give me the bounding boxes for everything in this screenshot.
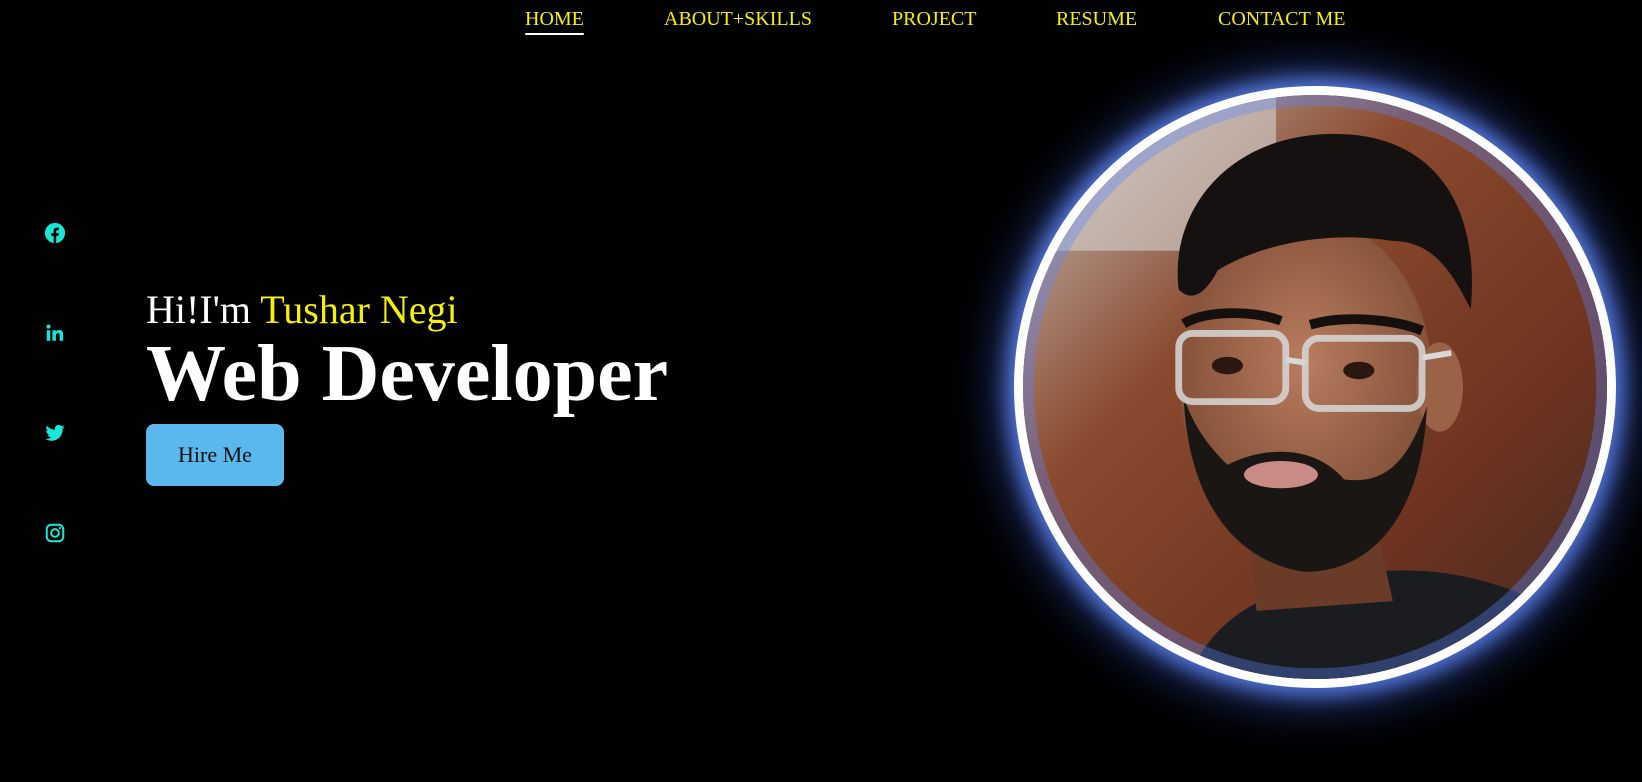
person-name: Tushar Negi	[260, 287, 458, 332]
nav-resume-link[interactable]: RESUME	[1056, 6, 1137, 32]
hire-me-button[interactable]: Hire Me	[146, 424, 284, 486]
hero-section: Hi!I'm Tushar Negi Web Developer Hire Me	[146, 286, 669, 486]
nav-about-skills-link[interactable]: ABOUT+SKILLS	[664, 6, 812, 32]
nav-contact-me-link[interactable]: CONTACT ME	[1218, 6, 1345, 32]
instagram-icon[interactable]	[44, 522, 68, 546]
nav-home-link[interactable]: HOME	[525, 6, 584, 35]
facebook-icon[interactable]	[44, 222, 68, 246]
twitter-icon[interactable]	[44, 422, 68, 446]
role-title: Web Developer	[146, 330, 669, 418]
top-nav: HOME ABOUT+SKILLS PROJECT RESUME CONTACT…	[0, 4, 1642, 38]
page: HOME ABOUT+SKILLS PROJECT RESUME CONTACT…	[0, 0, 1642, 782]
nav-project-link[interactable]: PROJECT	[892, 6, 976, 32]
greeting-prefix: Hi!I'm	[146, 287, 261, 332]
profile-photo	[1014, 86, 1616, 688]
linkedin-icon[interactable]	[44, 322, 68, 346]
profile-photo-image	[1023, 95, 1607, 679]
greeting-heading: Hi!I'm Tushar Negi	[146, 286, 668, 334]
